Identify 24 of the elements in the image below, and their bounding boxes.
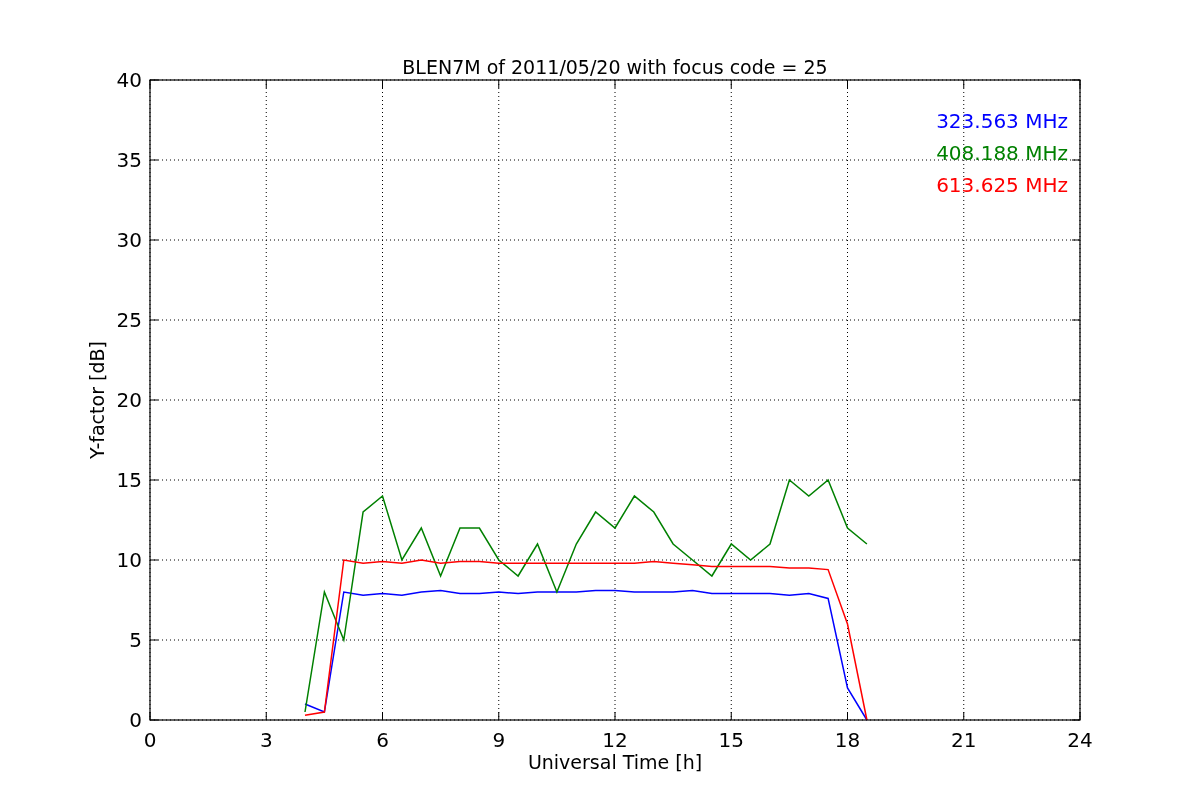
tick-label: 24 [1067, 728, 1093, 752]
y-axis-label: Y-factor [dB] [86, 341, 108, 459]
tick-label: 10 [116, 548, 142, 572]
tick-label: 5 [129, 628, 142, 652]
tick-label: 15 [718, 728, 744, 752]
tick-label: 40 [116, 68, 142, 92]
tick-label: 6 [376, 728, 389, 752]
x-axis-label: Universal Time [h] [527, 751, 703, 773]
tick-label: 15 [116, 468, 142, 492]
tick-label: 25 [116, 308, 142, 332]
tick-label: 18 [834, 728, 861, 752]
tick-label: 30 [116, 228, 142, 252]
tick-label: 9 [492, 728, 506, 752]
chart-title: BLEN7M of 2011/05/20 with focus code = 25 [402, 56, 828, 78]
legend-label: 323.563 MHz [936, 109, 1068, 133]
tick-label: 21 [951, 728, 977, 752]
legend-label: 613.625 MHz [936, 173, 1068, 197]
legend-label: 408.188 MHz [936, 141, 1068, 165]
tick-label: 20 [116, 388, 142, 412]
tick-label: 12 [602, 728, 628, 752]
tick-label: 0 [129, 708, 142, 732]
tick-label: 0 [143, 728, 157, 752]
tick-label: 3 [259, 728, 273, 752]
tick-label: 35 [116, 148, 142, 172]
